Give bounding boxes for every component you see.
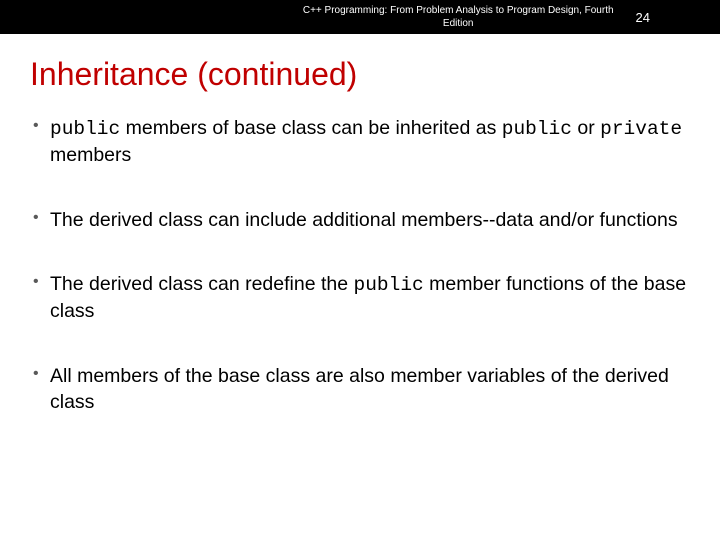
bullet-item: All members of the base class are also m… (30, 363, 690, 416)
text-span: members of base class can be inherited a… (120, 117, 502, 139)
bullet-item: The derived class can redefine the publi… (30, 271, 690, 325)
bullet-list: public members of base class can be inhe… (30, 115, 690, 415)
text-span: The derived class can redefine the (50, 273, 354, 295)
code-span: public (502, 118, 572, 140)
text-span: or (572, 117, 600, 139)
code-span: private (600, 118, 682, 140)
bullet-item: The derived class can include additional… (30, 207, 690, 233)
book-title-line1: C++ Programming: From Problem Analysis t… (303, 5, 614, 16)
page-number: 24 (636, 10, 650, 25)
book-title: C++ Programming: From Problem Analysis t… (303, 4, 614, 30)
text-span: members (50, 144, 131, 166)
slide-title: Inheritance (continued) (30, 56, 690, 93)
book-title-line2: Edition (443, 18, 474, 29)
slide-content: Inheritance (continued) public members o… (0, 34, 720, 415)
text-span: All members of the base class are also m… (50, 365, 669, 413)
header-bar: C++ Programming: From Problem Analysis t… (0, 0, 720, 34)
text-span: The derived class can include additional… (50, 209, 678, 231)
code-span: public (354, 274, 424, 296)
bullet-item: public members of base class can be inhe… (30, 115, 690, 169)
code-span: public (50, 118, 120, 140)
